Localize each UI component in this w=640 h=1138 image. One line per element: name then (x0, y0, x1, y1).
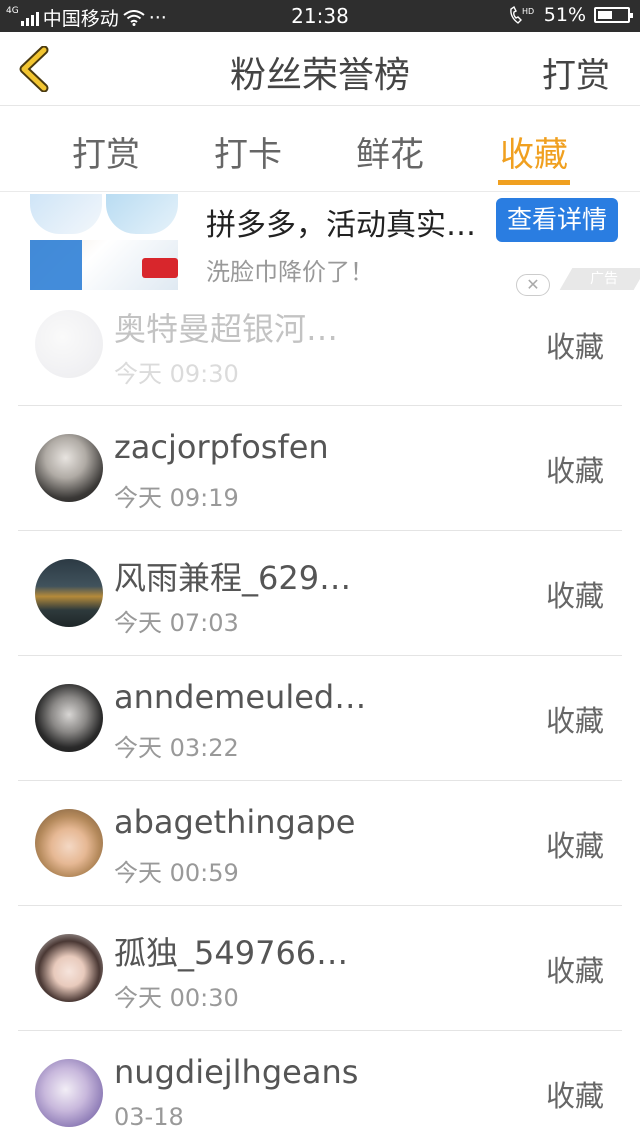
avatar[interactable] (35, 809, 103, 877)
user-name: 风雨兼程_629… (114, 559, 352, 597)
avatar[interactable] (35, 1059, 103, 1127)
favorite-time: 今天 00:30 (114, 984, 239, 1012)
favorite-label: 收藏 (545, 829, 604, 863)
favorite-time: 今天 07:03 (114, 609, 239, 637)
favorite-time: 今天 03:22 (114, 734, 239, 762)
favorite-time: 今天 00:59 (114, 859, 239, 887)
ad-banner[interactable]: 拼多多，活动真实… 洗脸巾降价了！ 查看详情 ✕ 广告 (0, 192, 640, 296)
tab-flowers[interactable]: 鲜花 (340, 127, 440, 176)
avatar[interactable] (35, 934, 103, 1002)
user-name: 奥特曼超银河… (114, 310, 339, 348)
favorite-label: 收藏 (545, 454, 604, 488)
tab-checkin[interactable]: 打卡 (198, 127, 298, 176)
favorite-time: 03-18 (114, 1103, 184, 1131)
user-name: abagethingape (114, 803, 356, 841)
list-item[interactable]: 孤独_549766… 今天 00:30 收藏 (18, 906, 622, 1031)
user-name: anndemeuled… (114, 678, 367, 716)
ad-title[interactable]: 拼多多，活动真实… (206, 200, 476, 244)
user-name: 孤独_549766… (114, 934, 349, 972)
list-item[interactable]: 奥特曼超银河… 今天 09:30 收藏 (18, 282, 622, 406)
tab-favorites[interactable]: 收藏 (484, 127, 584, 176)
favorite-label: 收藏 (545, 704, 604, 738)
hd-label: HD (522, 7, 534, 16)
list-item[interactable]: anndemeuled… 今天 03:22 收藏 (18, 656, 622, 781)
favorite-label: 收藏 (545, 330, 604, 364)
favorite-label: 收藏 (545, 1079, 604, 1113)
list-item[interactable]: zacjorpfosfen 今天 09:19 收藏 (18, 406, 622, 531)
battery-fill (598, 11, 612, 19)
ad-thumbnail[interactable] (30, 194, 178, 290)
battery-icon (594, 7, 633, 23)
favorite-label: 收藏 (545, 579, 604, 613)
favorite-time: 今天 09:19 (114, 484, 239, 512)
ad-details-button[interactable]: 查看详情 (496, 198, 618, 242)
avatar[interactable] (35, 559, 103, 627)
avatar[interactable] (35, 434, 103, 502)
favorite-label: 收藏 (545, 954, 604, 988)
active-tab-indicator (498, 180, 570, 185)
tab-reward[interactable]: 打赏 (56, 127, 156, 176)
status-right: HD 51% (508, 4, 633, 26)
hd-call-icon: HD (509, 5, 534, 24)
avatar[interactable] (35, 310, 103, 378)
status-bar: 4G 中国移动 ··· 21:38 HD 51% (0, 0, 640, 32)
list-item[interactable]: nugdiejlhgeans 03-18 收藏 (18, 1031, 622, 1138)
nav-bar: 粉丝荣誉榜 打赏 (0, 32, 640, 106)
battery-percent: 51% (543, 4, 586, 26)
list-item[interactable]: abagethingape 今天 00:59 收藏 (18, 781, 622, 906)
favorite-time: 今天 09:30 (114, 360, 239, 388)
avatar[interactable] (35, 684, 103, 752)
user-name: zacjorpfosfen (114, 428, 329, 466)
user-name: nugdiejlhgeans (114, 1053, 359, 1091)
list-item[interactable]: 风雨兼程_629… 今天 07:03 收藏 (18, 531, 622, 656)
reward-button[interactable]: 打赏 (542, 48, 610, 97)
